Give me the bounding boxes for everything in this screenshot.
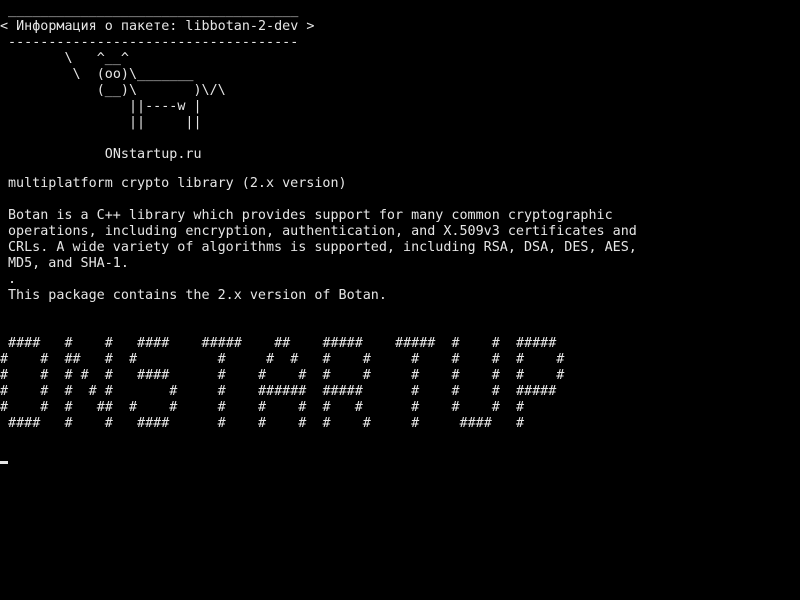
cowsay-line: \ (oo)\_______: [0, 67, 194, 82]
cowsay-line: ||----w |: [0, 99, 202, 114]
banner-line: # # ## # # # # # # # # # # # #: [0, 352, 565, 367]
description-line: .: [8, 272, 17, 287]
cowsay-speech-title: < Информация о пакете: libbotan-2-dev >: [0, 19, 315, 34]
description-line: CRLs. A wide variety of algorithms is su…: [8, 240, 637, 255]
cowsay-line: ____________________________________: [0, 3, 299, 18]
cowsay-art: ____________________________________ < Ин…: [0, 3, 314, 163]
terminal-screen[interactable]: ____________________________________ < Ин…: [0, 0, 800, 600]
cowsay-line: \ ^__^: [0, 51, 129, 66]
description-line: This package contains the 2.x version of…: [8, 288, 387, 303]
package-summary: multiplatform crypto library (2.x versio…: [8, 176, 347, 191]
cowsay-line: ------------------------------------: [0, 35, 299, 50]
site-credit: ONstartup.ru: [0, 147, 202, 162]
description-line: operations, including encryption, authen…: [8, 224, 637, 239]
banner-line: #### # # #### ##### ## ##### ##### # # #…: [0, 336, 557, 351]
package-description: Botan is a C++ library which provides su…: [8, 208, 637, 304]
cowsay-line: [0, 131, 314, 147]
cowsay-line: (__)\ )\/\: [0, 83, 226, 98]
banner-line: # # # # # #### # # # # # # # # # #: [0, 368, 565, 383]
banner-line: # # # ## # # # # # # # # # # #: [0, 400, 525, 415]
cowsay-line: || ||: [0, 115, 202, 130]
ascii-banner: #### # # #### ##### ## ##### ##### # # #…: [0, 336, 564, 432]
banner-line: #### # # #### # # # # # # #### #: [0, 416, 525, 431]
description-line: MD5, and SHA-1.: [8, 256, 129, 271]
banner-line: # # # # # # # ###### ##### # # # #####: [0, 384, 557, 399]
text-cursor: [0, 461, 8, 464]
description-line: Botan is a C++ library which provides su…: [8, 208, 613, 223]
